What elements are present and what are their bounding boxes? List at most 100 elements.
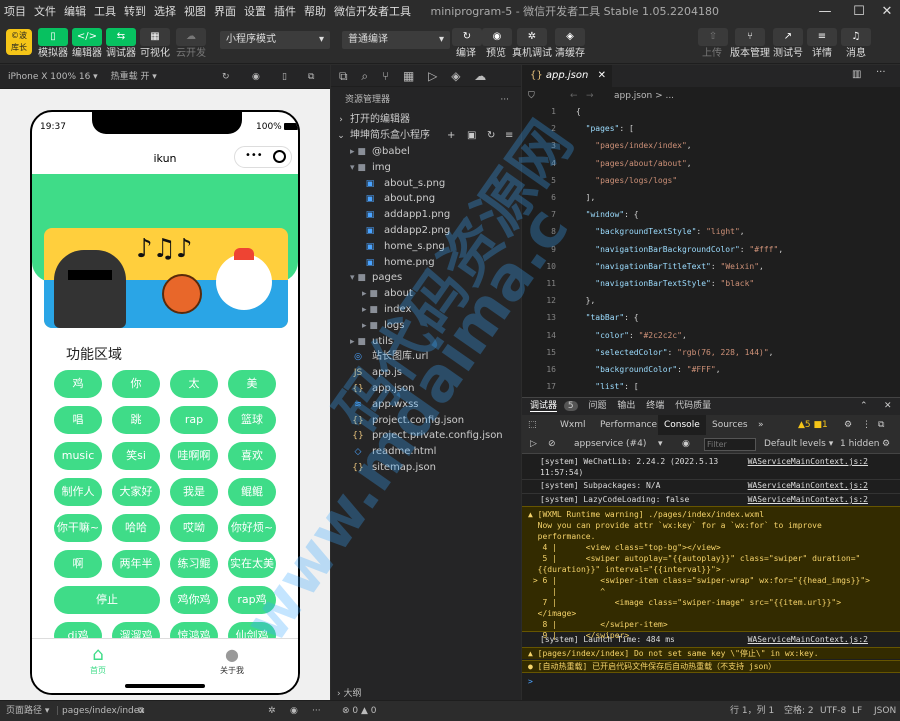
hotreload-select[interactable]: 热重载 开 ▾ <box>111 72 157 82</box>
device-select[interactable]: iPhone X 100% 16 ▾ <box>8 72 98 82</box>
function-button[interactable]: 哎呦 <box>170 514 218 542</box>
tab-terminal[interactable]: 终端 <box>646 401 664 411</box>
bug-icon[interactable]: ✲ <box>268 701 276 721</box>
clear-cache-button[interactable]: ◈ 清缓存 <box>554 28 586 60</box>
function-button[interactable]: music <box>54 442 102 470</box>
more-icon[interactable]: ··· <box>876 67 886 78</box>
copy-icon[interactable]: ⧉ <box>138 701 144 721</box>
function-button[interactable]: 太 <box>170 370 218 398</box>
source-link[interactable]: WAServiceMainContext.js:2 <box>748 494 868 505</box>
debugger-button[interactable]: ⇆ 调试器 <box>104 28 138 60</box>
search-icon[interactable]: ⌕ <box>361 69 368 83</box>
tab-console[interactable]: Console <box>658 415 706 435</box>
test-account-button[interactable]: ↗ 测试号 <box>772 28 804 60</box>
function-button[interactable]: 笑si <box>112 442 160 470</box>
tab-app-json[interactable]: {} app.json ✕ <box>522 65 612 87</box>
cursor-position[interactable]: 行 1，列 1 <box>730 701 774 721</box>
forward-icon[interactable]: → <box>586 87 594 105</box>
close-icon[interactable]: ✕ <box>884 398 892 415</box>
outline-section[interactable]: › 大纲 <box>331 688 521 700</box>
function-button[interactable]: 喜欢 <box>228 442 276 470</box>
debug-icon[interactable]: ▷ <box>428 69 437 83</box>
preview-button[interactable]: ◉ 预览 <box>482 28 512 60</box>
function-button[interactable]: 两年半 <box>112 550 160 578</box>
cloud-button[interactable]: ☁ 云开发 <box>174 28 208 60</box>
tab-home[interactable]: ⌂ 首页 <box>68 645 128 676</box>
menu-item[interactable]: 选择 <box>150 0 180 24</box>
encoding[interactable]: UTF-8 <box>820 701 846 721</box>
detach-icon[interactable]: ⧉ <box>308 65 314 89</box>
eye-icon[interactable]: ◉ <box>290 701 298 721</box>
function-button[interactable]: 篮球 <box>228 406 276 434</box>
function-button[interactable]: 哈哈 <box>112 514 160 542</box>
more-icon[interactable]: ··· <box>500 91 509 109</box>
upload-button[interactable]: ⇧ 上传 <box>698 28 728 60</box>
levels-select[interactable]: Default levels ▾ <box>764 435 833 454</box>
function-button[interactable]: 你好烦~ <box>228 514 276 542</box>
split-editor-icon[interactable]: ▥ <box>852 69 861 80</box>
menu-item[interactable]: 设置 <box>240 0 270 24</box>
function-button[interactable]: 制作人 <box>54 478 102 506</box>
details-button[interactable]: ≡ 详情 <box>806 28 838 60</box>
eye-icon[interactable]: ◉ <box>682 435 690 454</box>
tab-performance[interactable]: Performance <box>600 415 657 435</box>
function-button[interactable]: 唱 <box>54 406 102 434</box>
banner-swiper[interactable]: ♪♫♪ <box>44 228 288 328</box>
source-link[interactable]: WAServiceMainContext.js:2 <box>748 634 868 645</box>
more-tabs[interactable]: » <box>758 415 764 435</box>
files-icon[interactable]: ⧉ <box>339 69 348 83</box>
git-icon[interactable]: ◈ <box>451 69 460 83</box>
inspect-icon[interactable]: ⬚ <box>528 415 537 435</box>
menu-item[interactable]: 视图 <box>180 0 210 24</box>
tab-wxml[interactable]: Wxml <box>560 415 586 435</box>
language-mode[interactable]: JSON <box>874 701 896 721</box>
problems-count[interactable]: ⊗ 0 ▲ 0 <box>342 701 377 721</box>
minimize-button[interactable]: — <box>810 0 840 24</box>
gear-icon[interactable]: ⚙ <box>844 415 852 435</box>
maximize-button[interactable]: ☐ <box>844 0 874 24</box>
menu-item[interactable]: 帮助 <box>300 0 330 24</box>
function-button[interactable]: rap <box>170 406 218 434</box>
filter-input[interactable] <box>704 438 756 451</box>
record-icon[interactable]: ◉ <box>252 65 260 89</box>
gear-icon[interactable]: ⚙ <box>882 435 890 454</box>
new-folder-icon[interactable]: ▣ <box>467 128 476 144</box>
function-button[interactable]: 鸡 <box>54 370 102 398</box>
mode-select[interactable]: 小程序模式 ▾ <box>220 31 330 49</box>
compile-button[interactable]: ↻ 编译 <box>452 28 482 60</box>
function-button[interactable]: 练习鲲 <box>170 550 218 578</box>
more-icon[interactable]: ··· <box>312 701 321 721</box>
menu-item[interactable]: 转到 <box>120 0 150 24</box>
chevron-up-icon[interactable]: ⌃ <box>860 398 868 415</box>
close-button[interactable]: ✕ <box>872 0 900 24</box>
tab-sources[interactable]: Sources <box>712 415 748 435</box>
menu-item[interactable]: 微信开发者工具 <box>330 0 415 24</box>
back-icon[interactable]: ← <box>570 87 578 105</box>
sidebar-icon[interactable]: ▷ <box>530 435 537 454</box>
menu-item[interactable]: 项目 <box>0 0 30 24</box>
clear-icon[interactable]: ⊘ <box>548 435 556 454</box>
function-button[interactable]: 停止 <box>54 586 160 614</box>
capsule-menu[interactable]: ••• <box>234 146 292 168</box>
close-icon[interactable]: ✕ <box>598 65 606 87</box>
function-button[interactable]: 美 <box>228 370 276 398</box>
function-button[interactable]: 鸡你鸡 <box>170 586 218 614</box>
menu-item[interactable]: 界面 <box>210 0 240 24</box>
refresh-icon[interactable]: ↻ <box>222 65 230 89</box>
cloud-icon[interactable]: ☁ <box>474 69 486 83</box>
detach-icon[interactable]: ⧉ <box>878 415 884 435</box>
source-link[interactable]: WAServiceMainContext.js:2 <box>748 456 868 467</box>
compile-mode-select[interactable]: 普通编译 ▾ <box>342 31 450 49</box>
close-circle-icon[interactable] <box>273 150 286 163</box>
open-editors-section[interactable]: › 打开的编辑器 <box>331 112 521 128</box>
editor-button[interactable]: </> 编辑器 <box>70 28 104 60</box>
tab-debugger[interactable]: 调试器 <box>530 401 558 412</box>
tab-problems[interactable]: 问题 <box>589 401 607 411</box>
line-ending[interactable]: LF <box>852 701 862 721</box>
more-icon[interactable]: ⋮ <box>862 415 871 435</box>
new-file-icon[interactable]: + <box>447 128 455 144</box>
source-control-icon[interactable]: ⑂ <box>382 69 389 83</box>
menu-item[interactable]: 插件 <box>270 0 300 24</box>
menu-item[interactable]: 工具 <box>90 0 120 24</box>
bookmark-icon[interactable]: ⛉ <box>528 87 535 105</box>
